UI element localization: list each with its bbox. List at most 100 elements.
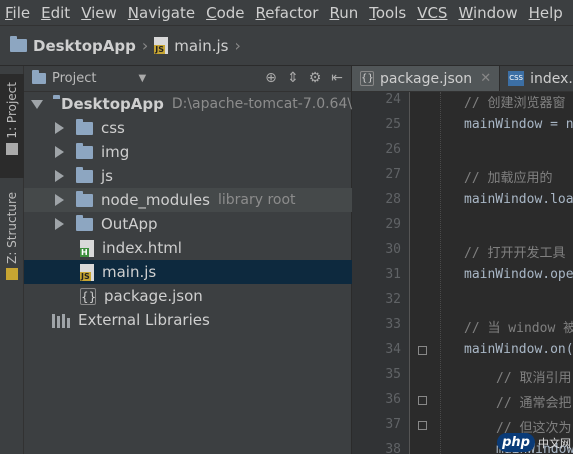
chevron-right-icon: › — [141, 36, 149, 55]
collapsed-arrow-icon[interactable] — [55, 218, 64, 230]
editor-tabs: {} package.json ✕ CSS index.c — [352, 66, 573, 92]
tree-item-label: main.js — [102, 263, 157, 281]
breadcrumb-project-label: DesktopApp — [33, 36, 136, 55]
locate-icon[interactable]: ⊕ — [263, 70, 279, 86]
menu-vcs[interactable]: VCS — [412, 4, 453, 22]
menu-run[interactable]: Run — [324, 4, 364, 22]
tree-item-index-html[interactable]: H index.html — [24, 236, 352, 260]
html-file-icon: H — [80, 239, 94, 257]
project-tool-icon — [6, 142, 18, 155]
code-line: mainWindow.ope — [464, 267, 573, 282]
code-line: // 创建浏览器窗 — [464, 96, 566, 111]
tree-item-node-modules[interactable]: node_modules library root — [24, 188, 352, 212]
line-number: 28 — [385, 192, 401, 207]
collapsed-arrow-icon[interactable] — [55, 146, 64, 158]
collapsed-arrow-icon[interactable] — [55, 194, 64, 206]
line-number: 36 — [385, 392, 401, 407]
folder-icon — [76, 166, 93, 183]
tree-item-label: js — [101, 167, 113, 185]
line-number: 27 — [385, 167, 401, 182]
project-panel: Project ▼ ⊕ ⇕ ⚙ ⇤ DesktopApp D:\apache-t… — [24, 66, 352, 454]
tree-item-package-json[interactable]: {} package.json — [24, 284, 352, 308]
menu-navigate[interactable]: Navigate — [123, 4, 201, 22]
tree-item-js[interactable]: js — [24, 164, 352, 188]
code-line: // 取消引用 — [496, 371, 572, 386]
line-number: 25 — [385, 117, 401, 132]
line-number: 32 — [385, 292, 401, 307]
code-line: // 加载应用的 — [464, 171, 553, 186]
tab-project-tool[interactable]: 1: Project — [0, 74, 24, 178]
tree-item-label: img — [101, 143, 130, 161]
code-line: // 通常会把 — [496, 396, 572, 411]
hide-panel-icon[interactable]: ⇤ — [329, 70, 345, 86]
tree-item-main-js[interactable]: JS main.js — [24, 260, 352, 284]
watermark-text: 中文网 — [538, 436, 571, 450]
menu-view[interactable]: View — [76, 4, 123, 22]
tab-package-json[interactable]: {} package.json ✕ — [352, 66, 501, 91]
menu-edit[interactable]: Edit — [36, 4, 76, 22]
tree-item-label: package.json — [104, 287, 203, 305]
folder-icon — [76, 142, 93, 159]
code-content[interactable]: // 创建浏览器窗 mainWindow = n // 加载应用的 mainWi… — [412, 92, 573, 454]
tree-item-label: css — [101, 119, 125, 137]
breadcrumb-file[interactable]: JS main.js — [154, 37, 228, 55]
tab-index-css[interactable]: CSS index.c — [500, 66, 573, 91]
json-file-icon: {} — [360, 71, 374, 86]
line-gutter: 24 25 26 27 28 29 30 31 32 33 34 35 36 3… — [352, 92, 427, 454]
line-number: 38 — [385, 442, 401, 454]
panel-toolbar: ⊕ ⇕ ⚙ ⇤ — [263, 70, 345, 86]
code-line: mainWindow = n — [464, 117, 573, 132]
tree-item-label: node_modules — [101, 191, 210, 209]
tree-item-label: DesktopApp — [61, 95, 164, 113]
code-line: // 打开开发工具 — [464, 246, 566, 261]
library-root-hint: library root — [217, 192, 296, 208]
caret-down-icon[interactable]: ▼ — [138, 73, 146, 84]
editor-area: {} package.json ✕ CSS index.c 24 25 26 2… — [352, 66, 573, 454]
line-number: 31 — [385, 267, 401, 282]
line-number: 26 — [385, 142, 401, 157]
line-number: 35 — [385, 367, 401, 382]
menu-help[interactable]: Help — [524, 4, 569, 22]
menu-code[interactable]: Code — [201, 4, 250, 22]
structure-tool-icon — [6, 267, 18, 280]
tree-item-label: External Libraries — [78, 311, 210, 329]
menu-file[interactable]: File — [0, 4, 36, 22]
structure-tool-label: Z: Structure — [5, 192, 19, 264]
tree-item-label: index.html — [102, 239, 182, 257]
menu-window[interactable]: Window — [453, 4, 523, 22]
menu-refactor[interactable]: Refactor — [251, 4, 325, 22]
expand-arrow-icon[interactable] — [31, 99, 43, 109]
js-file-icon: JS — [154, 37, 169, 54]
tab-structure-tool[interactable]: Z: Structure — [0, 188, 24, 288]
code-line: mainWindow.on( — [464, 342, 573, 357]
project-tool-label: 1: Project — [5, 82, 19, 139]
folder-icon — [76, 190, 93, 207]
js-file-icon: JS — [80, 263, 94, 281]
collapse-all-icon[interactable]: ⇕ — [285, 70, 301, 86]
folder-icon — [76, 118, 93, 135]
tab-label: package.json — [380, 70, 473, 87]
tree-item-external-libraries[interactable]: External Libraries — [24, 308, 352, 332]
watermark-logo: php — [497, 433, 535, 452]
project-view-selector[interactable]: Project — [52, 71, 96, 86]
tab-label: index.c — [530, 70, 573, 87]
menu-tools[interactable]: Tools — [364, 4, 412, 22]
tree-item-outapp[interactable]: OutApp — [24, 212, 352, 236]
tool-window-strip: 1: Project Z: Structure — [0, 66, 24, 454]
watermark: php 中文网 — [497, 433, 571, 452]
collapsed-arrow-icon[interactable] — [55, 122, 64, 134]
tree-item-css[interactable]: css — [24, 116, 352, 140]
tree-item-desktopapp[interactable]: DesktopApp D:\apache-tomcat-7.0.64\w — [24, 92, 352, 116]
folder-icon — [10, 36, 27, 52]
breadcrumb-project[interactable]: DesktopApp — [10, 36, 136, 55]
close-icon[interactable]: ✕ — [480, 71, 491, 86]
tree-item-label: OutApp — [101, 215, 158, 233]
indent-guide — [440, 92, 441, 454]
gear-icon[interactable]: ⚙ — [307, 70, 323, 86]
library-icon — [52, 312, 70, 328]
tree-item-img[interactable]: img — [24, 140, 352, 164]
code-line: // 当 window 被 — [464, 321, 573, 336]
collapsed-arrow-icon[interactable] — [55, 170, 64, 182]
css-file-icon: CSS — [508, 71, 525, 86]
line-number: 37 — [385, 417, 401, 432]
